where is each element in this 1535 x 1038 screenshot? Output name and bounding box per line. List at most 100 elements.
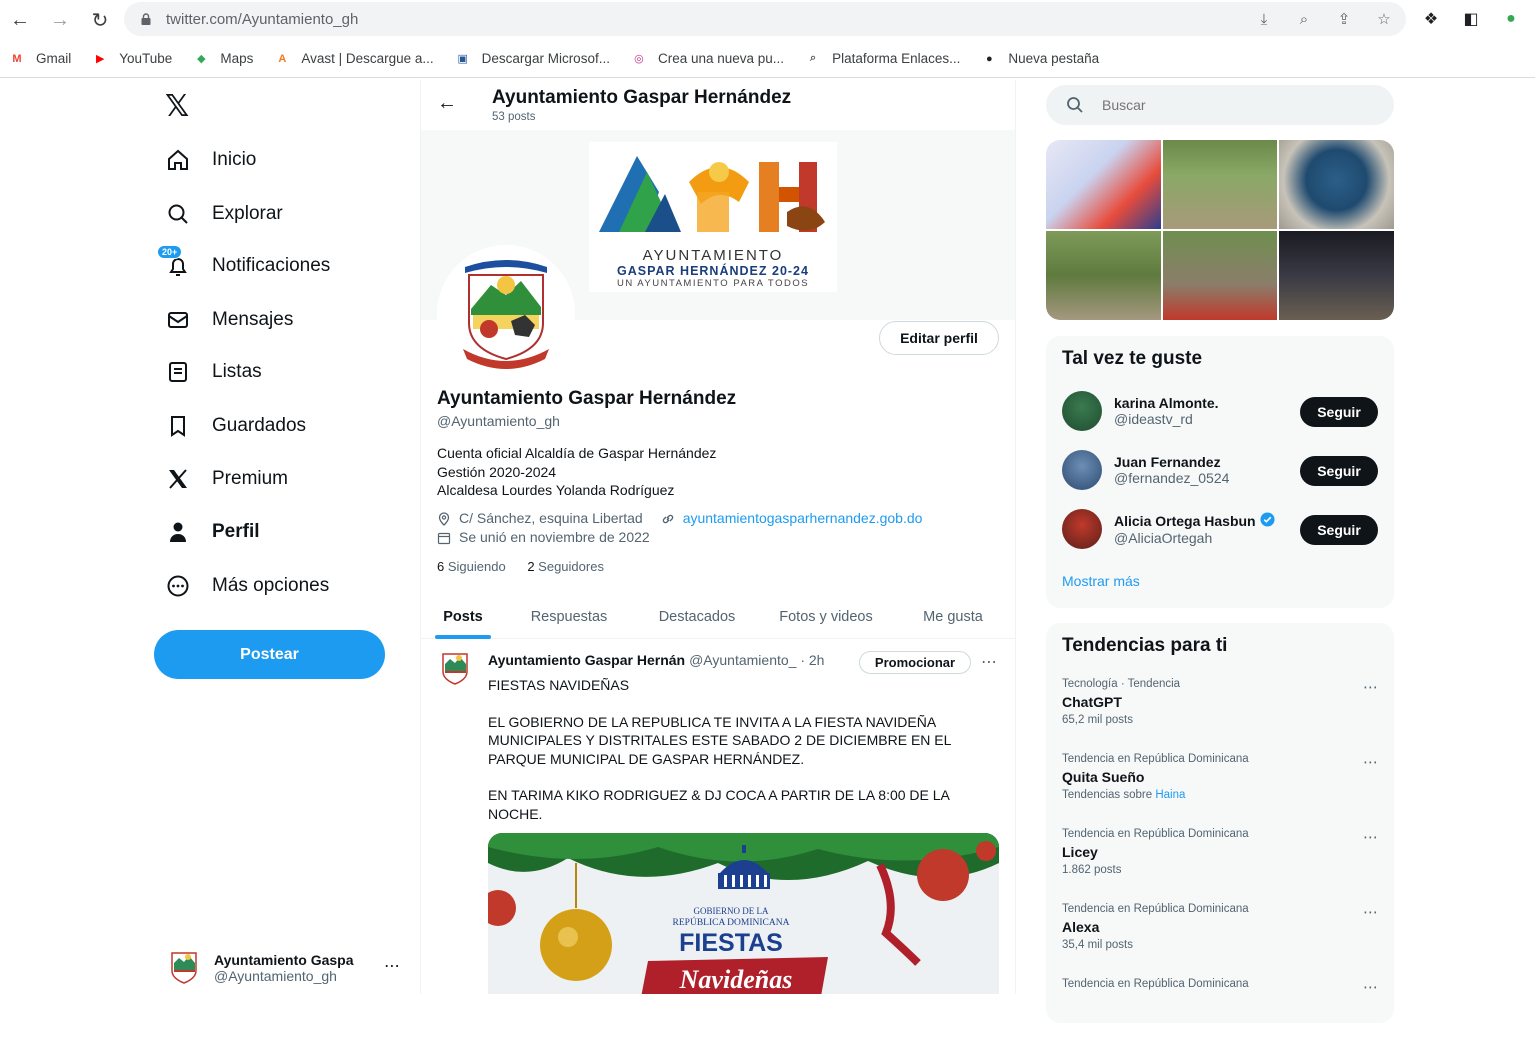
- nav-item-guardados[interactable]: Guardados: [165, 411, 306, 441]
- back-arrow-icon[interactable]: ←: [437, 92, 457, 115]
- media-thumbnail[interactable]: [1162, 231, 1278, 320]
- more-circle-icon: [165, 573, 191, 599]
- bookmark-label: Avast | Descargue a...: [301, 51, 434, 66]
- media-thumbnail[interactable]: [1162, 140, 1278, 229]
- search-icon: [165, 201, 191, 227]
- suggested-account[interactable]: Alicia Ortega Hasbun @AliciaOrtegah Seguir: [1062, 507, 1378, 551]
- promote-button[interactable]: Promocionar: [859, 651, 971, 674]
- avatar[interactable]: [1062, 509, 1102, 549]
- trend-more-icon[interactable]: ⋯: [1363, 903, 1378, 921]
- account-switcher[interactable]: Ayuntamiento Gaspa @Ayuntamiento_gh ⋯: [168, 948, 408, 988]
- profile-avatar-icon[interactable]: ●: [1500, 8, 1522, 30]
- bookmark-item[interactable]: ▶ YouTube: [91, 51, 172, 67]
- tweet-author-name[interactable]: Ayuntamiento Gaspar Hernán: [488, 652, 685, 668]
- x-logo-icon[interactable]: 𝕏: [165, 92, 195, 122]
- extensions-icon[interactable]: ❖: [1420, 8, 1442, 30]
- tweet-image[interactable]: GOBIERNO DE LA REPÚBLICA DOMINICANA FIES…: [488, 833, 999, 994]
- tweet-more-icon[interactable]: ⋯: [981, 652, 997, 672]
- address-bar[interactable]: twitter.com/Ayuntamiento_gh ⤓ ⌕ ⇪ ☆: [124, 2, 1406, 36]
- media-thumbnail[interactable]: [1279, 140, 1394, 229]
- avatar[interactable]: [1062, 450, 1102, 490]
- tab-destacados[interactable]: Destacados: [633, 595, 761, 639]
- bookmark-item[interactable]: ◆ Maps: [192, 51, 253, 67]
- bookmark-item[interactable]: M Gmail: [8, 51, 71, 67]
- bookmark-item[interactable]: ⌕ Plataforma Enlaces...: [804, 51, 960, 67]
- nav-item-listas[interactable]: Listas: [165, 357, 262, 387]
- nav-item-notificaciones[interactable]: 20+ Notificaciones: [157, 245, 330, 281]
- suggested-account[interactable]: Juan Fernandez @fernandez_0524 Seguir: [1062, 448, 1378, 492]
- followers-link[interactable]: 2 Seguidores: [527, 559, 604, 574]
- trend-name: ChatGPT: [1062, 694, 1122, 710]
- install-icon[interactable]: ⤓: [1254, 9, 1274, 29]
- bookmark-item[interactable]: A Avast | Descargue a...: [273, 51, 433, 67]
- trend-item[interactable]: Tendencia en República Dominicana Quita S…: [1062, 753, 1378, 813]
- link-icon: [661, 512, 675, 526]
- trend-name: Quita Sueño: [1062, 769, 1145, 785]
- tweet[interactable]: Ayuntamiento Gaspar Hernán @Ayuntamiento…: [421, 640, 1015, 994]
- header-title: Ayuntamiento Gaspar Hernández: [492, 87, 792, 108]
- edit-profile-button[interactable]: Editar perfil: [879, 321, 999, 355]
- trend-more-icon[interactable]: ⋯: [1363, 753, 1378, 771]
- zoom-icon[interactable]: ⌕: [1294, 9, 1314, 29]
- star-icon[interactable]: ☆: [1374, 9, 1394, 29]
- search-box[interactable]: [1046, 85, 1394, 125]
- nav-item-explorar[interactable]: Explorar: [165, 199, 283, 229]
- banner-line-3: UN AYUNTAMIENTO PARA TODOS: [616, 278, 810, 289]
- trend-item[interactable]: Tendencia en República Dominicana Alexa 35…: [1062, 903, 1378, 963]
- media-thumbnail[interactable]: [1046, 140, 1161, 229]
- trend-posts: 35,4 mil posts: [1062, 939, 1378, 951]
- forward-icon[interactable]: →: [40, 1, 80, 39]
- suggested-account[interactable]: karina Almonte. @ideastv_rd Seguir: [1062, 389, 1378, 433]
- follow-button[interactable]: Seguir: [1300, 515, 1378, 545]
- trend-item[interactable]: Tecnología · Tendencia ChatGPT 65,2 mil po…: [1062, 678, 1378, 738]
- banner-logo: AYUNTAMIENTO GASPAR HERNÁNDEZ 20-24 UN A…: [589, 142, 837, 292]
- tab-posts[interactable]: Posts: [421, 595, 505, 639]
- notification-badge: 20+: [157, 245, 183, 259]
- nav-item-premium[interactable]: Premium: [165, 464, 288, 494]
- trend-item[interactable]: Tendencia en República Dominicana ⋯: [1062, 978, 1378, 1038]
- youtube-icon: ▶: [96, 53, 105, 65]
- show-more-link[interactable]: Mostrar más: [1062, 573, 1140, 589]
- post-button[interactable]: Postear: [154, 630, 385, 679]
- bookmark-label: Plataforma Enlaces...: [832, 51, 961, 66]
- share-icon[interactable]: ⇪: [1334, 9, 1354, 29]
- profile-avatar[interactable]: [437, 245, 575, 383]
- trend-more-icon[interactable]: ⋯: [1363, 678, 1378, 696]
- account-name-text: Alicia Ortega Hasbun: [1114, 513, 1256, 529]
- bookmark-label: Gmail: [36, 51, 72, 66]
- tab-respuestas[interactable]: Respuestas: [505, 595, 633, 639]
- trend-item[interactable]: Tendencia en República Dominicana Licey 1.…: [1062, 828, 1378, 888]
- trend-related-link[interactable]: Haina: [1155, 789, 1185, 801]
- tab-me-gusta[interactable]: Me gusta: [891, 595, 1015, 639]
- search-input[interactable]: [1102, 97, 1342, 113]
- bookmark-item[interactable]: ● Nueva pestaña: [980, 51, 1099, 67]
- nav-item-perfil[interactable]: Perfil: [165, 517, 260, 547]
- trend-posts: 1.862 posts: [1062, 864, 1378, 876]
- reload-icon[interactable]: ↻: [80, 1, 120, 39]
- bookmark-label: Maps: [220, 51, 254, 66]
- bookmark-item[interactable]: ◎ Crea una nueva pu...: [630, 51, 784, 67]
- nav-item-inicio[interactable]: Inicio: [165, 145, 256, 175]
- follow-button[interactable]: Seguir: [1300, 456, 1378, 486]
- agh-logo-icon: [599, 156, 825, 232]
- media-thumbnail[interactable]: [1046, 231, 1161, 320]
- tweet-avatar[interactable]: [439, 652, 471, 686]
- more-icon[interactable]: ⋯: [384, 956, 400, 976]
- nav-item-más-opciones[interactable]: Más opciones: [165, 571, 329, 601]
- nav-item-mensajes[interactable]: Mensajes: [165, 305, 293, 335]
- trend-more-icon[interactable]: ⋯: [1363, 828, 1378, 846]
- side-panel-icon[interactable]: ◧: [1460, 8, 1482, 30]
- account-name-text: karina Almonte.: [1114, 395, 1219, 411]
- tab-fotos-y-videos[interactable]: Fotos y videos: [761, 595, 891, 639]
- profile-column: ← Ayuntamiento Gaspar Hernández 53 posts…: [421, 80, 1015, 994]
- bookmark-label: YouTube: [119, 51, 173, 66]
- avatar[interactable]: [1062, 391, 1102, 431]
- bookmark-item[interactable]: ▣ Descargar Microsof...: [454, 51, 610, 67]
- back-icon[interactable]: ←: [0, 1, 40, 39]
- media-thumbnail[interactable]: [1279, 231, 1394, 320]
- trend-more-icon[interactable]: ⋯: [1363, 978, 1378, 996]
- following-link[interactable]: 6 Siguiendo: [437, 559, 506, 574]
- profile-website-link[interactable]: ayuntamientogasparhernandez.gob.do: [683, 509, 923, 528]
- nav-label: Perfil: [212, 521, 260, 542]
- follow-button[interactable]: Seguir: [1300, 397, 1378, 427]
